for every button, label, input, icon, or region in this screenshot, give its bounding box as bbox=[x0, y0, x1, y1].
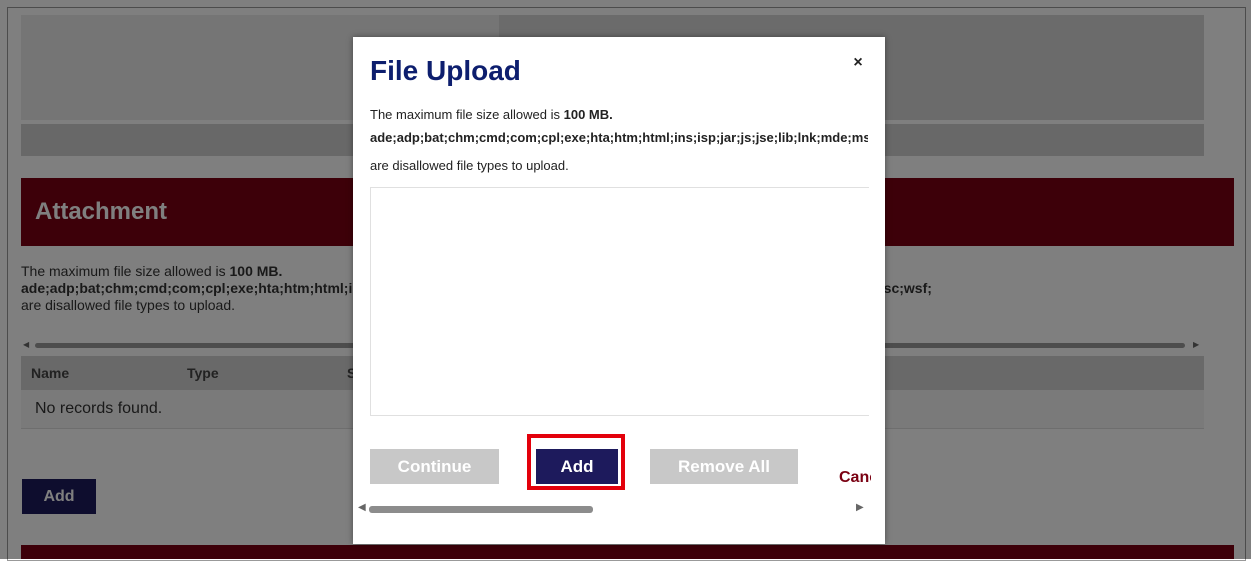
dialog-scrollbar-thumb[interactable] bbox=[369, 506, 593, 513]
dialog-max-size-value: 100 MB. bbox=[563, 107, 613, 122]
continue-button[interactable]: Continue bbox=[370, 449, 499, 484]
dialog-disallowed-suffix: are disallowed file types to upload. bbox=[370, 158, 569, 173]
dialog-horizontal-scrollbar[interactable]: ◀ ▶ bbox=[356, 502, 869, 515]
dialog-title: File Upload bbox=[370, 55, 521, 86]
dialog-scroll-left-icon[interactable]: ◀ bbox=[358, 502, 366, 513]
dialog-max-size-prefix: The maximum file size allowed is bbox=[370, 107, 564, 122]
close-icon[interactable]: × bbox=[850, 54, 866, 74]
add-button[interactable]: Add bbox=[536, 449, 618, 484]
dialog-disallowed-list: ade;adp;bat;chm;cmd;com;cpl;exe;hta;htm;… bbox=[370, 130, 868, 145]
remove-all-button[interactable]: Remove All bbox=[650, 449, 798, 484]
file-drop-area[interactable] bbox=[370, 187, 869, 416]
dialog-max-size: The maximum file size allowed is 100 MB. bbox=[370, 107, 613, 122]
dialog-scroll-right-icon[interactable]: ▶ bbox=[856, 502, 864, 513]
file-upload-dialog: File Upload × The maximum file size allo… bbox=[353, 37, 885, 544]
cancel-link[interactable]: Cancel bbox=[839, 469, 871, 487]
